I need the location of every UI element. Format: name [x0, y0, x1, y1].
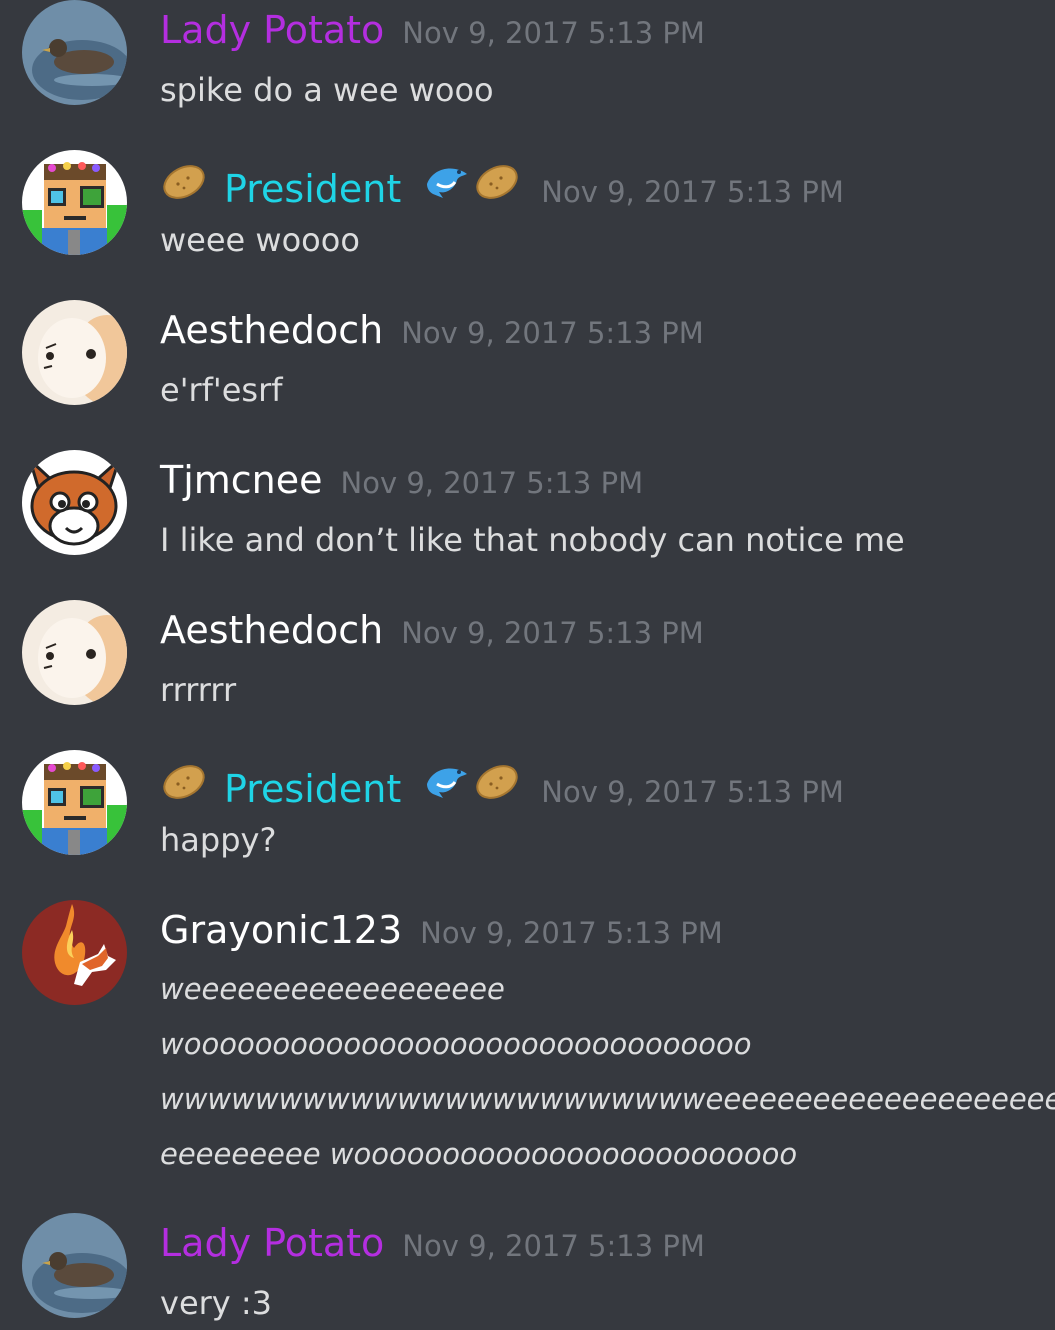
message-text: weeeeeeeeeeeeeeeeee wooooooooooooooooooo… — [160, 962, 1055, 1182]
avatar-pixel-character[interactable] — [22, 750, 127, 855]
author-name[interactable]: President — [224, 167, 401, 211]
timestamp: Nov 9, 2017 5:13 PM — [402, 16, 705, 50]
avatar-fox[interactable] — [22, 450, 127, 555]
potato-icon — [473, 158, 523, 202]
timestamp: Nov 9, 2017 5:13 PM — [420, 916, 723, 950]
potato-icon — [160, 758, 210, 802]
message-text: spike do a wee wooo — [160, 71, 494, 109]
author-name[interactable]: Aesthedoch — [160, 308, 383, 352]
message-line: wwwwwwwwwwwwwwwwwwwwwwweeeeeeeeeeeeeeeee… — [160, 1082, 1055, 1116]
dolphin-icon — [423, 758, 473, 802]
author-name[interactable]: Lady Potato — [160, 8, 384, 52]
message-line: woooooooooooooooooooooooooooooooo — [160, 1027, 752, 1061]
potato-icon — [160, 158, 210, 202]
message-line: weeeeeeeeeeeeeeeeee — [160, 972, 505, 1006]
avatar-dog[interactable] — [22, 600, 127, 705]
author-name[interactable]: Lady Potato — [160, 1221, 384, 1265]
message-text: rrrrrr — [160, 671, 237, 709]
timestamp: Nov 9, 2017 5:13 PM — [401, 616, 704, 650]
avatar-duck[interactable] — [22, 1213, 127, 1318]
potato-icon — [473, 758, 523, 802]
author-name[interactable]: Tjmcnee — [160, 458, 323, 502]
message-text: weee woooo — [160, 221, 360, 259]
timestamp: Nov 9, 2017 5:13 PM — [541, 775, 844, 809]
timestamp: Nov 9, 2017 5:13 PM — [541, 175, 844, 209]
message-text: happy? — [160, 821, 277, 859]
timestamp: Nov 9, 2017 5:13 PM — [401, 316, 704, 350]
message-text: I like and don’t like that nobody can no… — [160, 521, 905, 559]
avatar-fire-fox[interactable] — [22, 900, 127, 1005]
author-name[interactable]: President — [224, 767, 401, 811]
avatar-pixel-character[interactable] — [22, 150, 127, 255]
author-name[interactable]: Grayonic123 — [160, 908, 402, 952]
message-text: very :3 — [160, 1284, 273, 1322]
author-name[interactable]: Aesthedoch — [160, 608, 383, 652]
avatar-duck[interactable] — [22, 0, 127, 105]
timestamp: Nov 9, 2017 5:13 PM — [402, 1229, 705, 1263]
message-text: e'rf'esrf — [160, 371, 283, 409]
message-line: eeeeeeeee wooooooooooooooooooooooooo — [160, 1137, 798, 1171]
avatar-dog[interactable] — [22, 300, 127, 405]
timestamp: Nov 9, 2017 5:13 PM — [340, 466, 644, 500]
dolphin-icon — [423, 158, 473, 202]
